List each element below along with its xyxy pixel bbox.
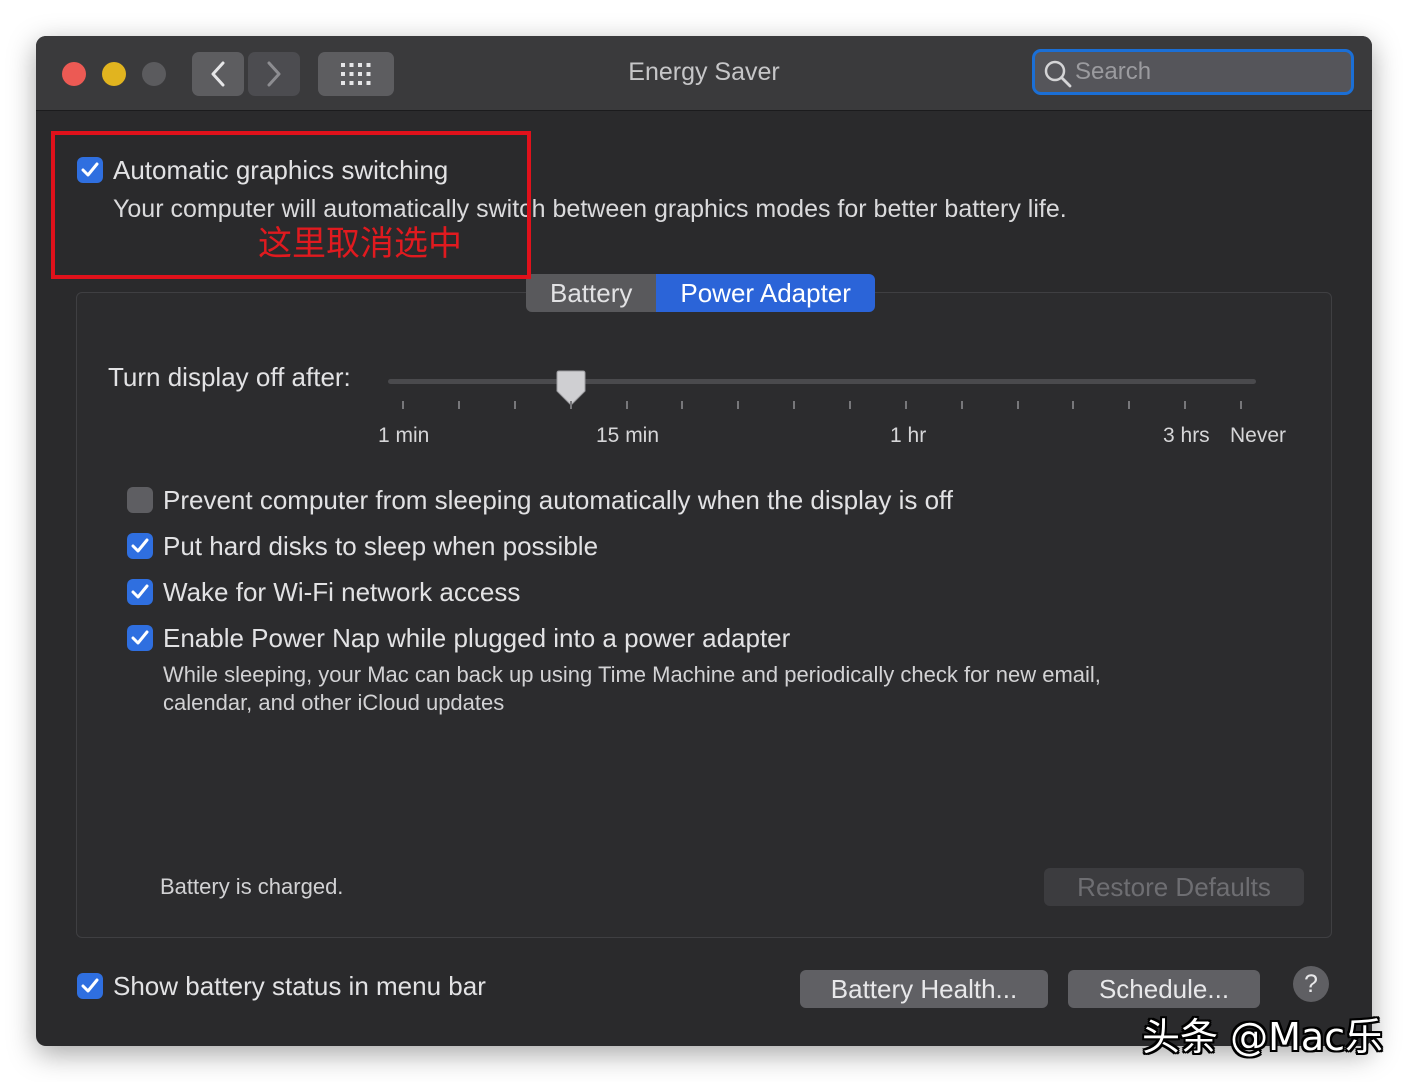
tab-battery[interactable]: Battery — [526, 274, 657, 312]
tick-label-1min: 1 min — [378, 424, 430, 447]
search-input[interactable] — [1075, 58, 1335, 86]
slider-tick — [626, 401, 628, 409]
help-button[interactable]: ? — [1293, 966, 1329, 1002]
slider-tick — [458, 401, 460, 409]
power-nap-label: Enable Power Nap while plugged into a po… — [163, 623, 791, 653]
tick-label-15min: 15 min — [596, 424, 660, 447]
show-battery-status-checkbox[interactable] — [77, 973, 103, 999]
display-off-label: Turn display off after: — [108, 362, 351, 392]
battery-health-button[interactable]: Battery Health... — [800, 970, 1048, 1008]
prevent-sleep-checkbox[interactable] — [127, 487, 153, 513]
search-field[interactable] — [1032, 49, 1354, 95]
tick-label-3hrs: 3 hrs — [1163, 424, 1210, 447]
slider-tick — [1184, 401, 1186, 409]
checkmark-icon — [131, 538, 149, 553]
prevent-sleep-label: Prevent computer from sleeping automatic… — [163, 485, 954, 515]
disk-sleep-checkbox[interactable] — [127, 533, 153, 559]
title-bar: Energy Saver — [36, 36, 1372, 111]
slider-tick — [402, 401, 404, 409]
power-nap-checkbox[interactable] — [127, 625, 153, 651]
annotation-text: 这里取消选中 — [258, 224, 462, 264]
tick-label-never: Never — [1230, 424, 1287, 447]
tick-label-1hr: 1 hr — [890, 424, 927, 447]
checkmark-icon — [131, 630, 149, 645]
power-nap-description: While sleeping, your Mac can back up usi… — [163, 662, 1101, 715]
slider-tick — [961, 401, 963, 409]
slider-tick — [1072, 401, 1074, 409]
disk-sleep-label: Put hard disks to sleep when possible — [163, 531, 599, 561]
watermark: 头条 @Mac乐 — [1142, 1015, 1384, 1059]
slider-tick — [1240, 401, 1242, 409]
slider-tick — [570, 401, 572, 409]
wake-wifi-checkbox[interactable] — [127, 579, 153, 605]
schedule-button[interactable]: Schedule... — [1068, 970, 1260, 1008]
slider-tick — [793, 401, 795, 409]
wake-wifi-label: Wake for Wi-Fi network access — [163, 577, 521, 607]
slider-tick — [905, 401, 907, 409]
slider-tick — [514, 401, 516, 409]
display-off-slider-track[interactable] — [388, 379, 1256, 384]
slider-tick — [1128, 401, 1130, 409]
tab-power-adapter[interactable]: Power Adapter — [656, 274, 875, 312]
slider-tick — [681, 401, 683, 409]
show-battery-status-label: Show battery status in menu bar — [113, 971, 486, 1001]
slider-tick — [737, 401, 739, 409]
tab-switcher: Battery Power Adapter — [526, 274, 875, 312]
slider-tick — [849, 401, 851, 409]
search-icon — [1044, 60, 1072, 88]
restore-defaults-button[interactable]: Restore Defaults — [1044, 868, 1304, 906]
battery-status-text: Battery is charged. — [160, 874, 344, 899]
checkmark-icon — [81, 978, 99, 993]
slider-tick — [1017, 401, 1019, 409]
checkmark-icon — [131, 584, 149, 599]
